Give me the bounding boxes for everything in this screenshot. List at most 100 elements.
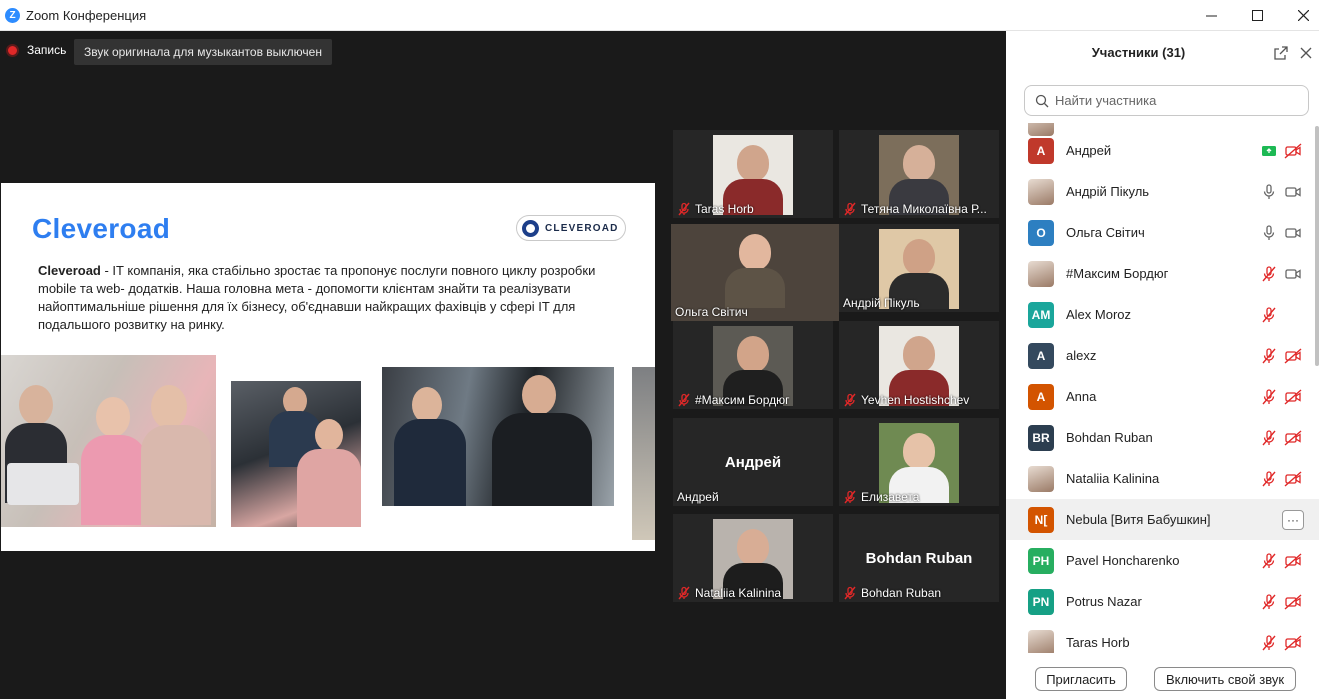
logo-text: CLEVEROAD (545, 222, 619, 234)
participants-panel: Участники (31) A Андрей Андрій Пікуль O Ольг… (1006, 31, 1319, 699)
participant-name: #Максим Бордюг (695, 393, 790, 407)
camera-off-icon[interactable] (1284, 552, 1302, 570)
participant-row[interactable]: Андрій Пікуль (1006, 171, 1319, 212)
participant-row[interactable]: Nataliia Kalinina (1006, 458, 1319, 499)
mic-muted-icon[interactable] (1260, 306, 1278, 324)
participant-name: Андрей (1066, 143, 1112, 158)
recording-indicator[interactable]: Запись (6, 43, 66, 57)
video-tile[interactable]: Андрей Андрей (673, 418, 833, 506)
participant-name: Nataliia Kalinina (695, 586, 782, 600)
camera-off-icon[interactable] (1284, 470, 1302, 488)
mic-icon[interactable] (1260, 224, 1278, 242)
minimize-button[interactable] (1188, 0, 1234, 31)
video-tile[interactable]: Елизавета (839, 418, 999, 506)
participant-name-large: Bohdan Ruban (865, 550, 973, 567)
participant-row[interactable]: A Anna (1006, 376, 1319, 417)
camera-off-icon[interactable] (1284, 593, 1302, 611)
recording-label: Запись (27, 43, 67, 57)
camera-off-icon[interactable] (1284, 388, 1302, 406)
zoom-app-icon: Z (5, 7, 20, 23)
popout-button[interactable] (1273, 45, 1289, 61)
participants-title: Участники (31) (1091, 45, 1186, 60)
close-panel-button[interactable] (1298, 45, 1314, 61)
cleveroad-logo: CLEVEROAD (516, 215, 626, 241)
video-tile[interactable]: Bohdan Ruban Bohdan Ruban (839, 514, 999, 602)
participant-name: Yevhen Hostishchev (861, 393, 970, 407)
participant-row[interactable]: O Ольга Світич (1006, 212, 1319, 253)
participant-name: Bohdan Ruban (1066, 430, 1153, 445)
tile-name-label: Bohdan Ruban (843, 586, 941, 600)
tile-name-label: Nataliia Kalinina (677, 586, 781, 600)
camera-icon[interactable] (1284, 183, 1302, 201)
participant-row[interactable]: BR Bohdan Ruban (1006, 417, 1319, 458)
zoom-window: Z Zoom Конференция Запись Звук оригинала… (0, 0, 1319, 699)
participant-row[interactable]: #Максим Бордюг (1006, 253, 1319, 294)
search-input[interactable] (1055, 93, 1295, 108)
invite-button[interactable]: Пригласить (1035, 667, 1127, 691)
participant-name: #Максим Бордюг (1066, 266, 1169, 281)
participant-name-large: Андрей (724, 454, 782, 471)
camera-off-icon[interactable] (1284, 429, 1302, 447)
close-window-button[interactable] (1280, 0, 1319, 31)
participant-name: Ольга Світич (1066, 225, 1145, 240)
window-title: Zoom Конференция (26, 7, 147, 23)
mic-muted-icon (844, 393, 856, 407)
avatar (1028, 629, 1054, 653)
camera-off-icon[interactable] (1284, 347, 1302, 365)
mic-muted-icon[interactable] (1260, 347, 1278, 365)
avatar (1028, 178, 1054, 205)
mic-muted-icon[interactable] (1260, 429, 1278, 447)
participant-search[interactable] (1024, 85, 1309, 116)
record-dot-icon (6, 43, 19, 57)
participant-name: Андрей (677, 490, 719, 504)
camera-off-icon[interactable] (1284, 634, 1302, 652)
participant-row[interactable]: A Андрей (1006, 130, 1319, 171)
participant-name: Андрій Пікуль (1066, 184, 1150, 199)
mic-icon[interactable] (1260, 183, 1278, 201)
participant-name: Елизавета (861, 490, 920, 504)
participant-row[interactable]: PH Pavel Honcharenko (1006, 540, 1319, 581)
video-tile[interactable]: #Максим Бордюг (673, 321, 833, 409)
video-tile[interactable]: Ольга Світич (671, 224, 839, 321)
participant-row[interactable]: Taras Horb (1006, 622, 1319, 653)
video-tile[interactable]: Тетяна Миколаївна Р... (839, 130, 999, 218)
participant-row[interactable]: Aalexz (1006, 335, 1319, 376)
mic-muted-icon[interactable] (1260, 552, 1278, 570)
more-options-button[interactable]: ··· (1282, 509, 1304, 530)
camera-off-icon[interactable] (1284, 142, 1302, 160)
maximize-button[interactable] (1234, 0, 1280, 31)
avatar: AM (1028, 301, 1054, 328)
camera-icon[interactable] (1284, 224, 1302, 242)
mic-muted-icon (678, 202, 690, 216)
participant-name: Nebula [Витя Бабушкин] (1066, 512, 1211, 527)
participant-name: Тетяна Миколаївна Р... (861, 202, 987, 216)
video-tile[interactable]: Taras Horb (673, 130, 833, 218)
video-tile[interactable]: Nataliia Kalinina (673, 514, 833, 602)
minimize-icon (1205, 15, 1217, 17)
participant-row[interactable]: PN Potrus Nazar (1006, 581, 1319, 622)
video-tile[interactable]: Андрій Пікуль (839, 224, 999, 312)
mic-muted-icon[interactable] (1260, 265, 1278, 283)
screen-share-icon[interactable] (1260, 142, 1278, 160)
close-icon (1297, 10, 1309, 21)
unmute-self-button[interactable]: Включить свой звук (1154, 667, 1296, 691)
participant-row[interactable]: AM Alex Moroz (1006, 294, 1319, 335)
mic-muted-icon[interactable] (1260, 634, 1278, 652)
mic-muted-icon[interactable] (1260, 470, 1278, 488)
slide-bold-lead: Cleveroad (38, 263, 101, 278)
mic-muted-icon[interactable] (1260, 593, 1278, 611)
participant-name: Potrus Nazar (1066, 594, 1142, 609)
mic-muted-icon[interactable] (1260, 388, 1278, 406)
participant-name: Андрій Пікуль (843, 296, 920, 310)
tile-name-label: Андрей (677, 490, 719, 504)
close-icon (1300, 47, 1312, 59)
participant-row[interactable]: N[Nebula [Витя Бабушкин] ··· (1006, 499, 1319, 540)
participant-name: Pavel Honcharenko (1066, 553, 1180, 568)
participant-name: alexz (1066, 348, 1097, 363)
camera-icon[interactable] (1284, 265, 1302, 283)
team-photo-4 (632, 367, 655, 540)
participants-scrollbar[interactable] (1315, 126, 1319, 366)
video-tile[interactable]: Yevhen Hostishchev (839, 321, 999, 409)
team-photo-3 (382, 367, 614, 506)
participant-name: Taras Horb (695, 202, 754, 216)
